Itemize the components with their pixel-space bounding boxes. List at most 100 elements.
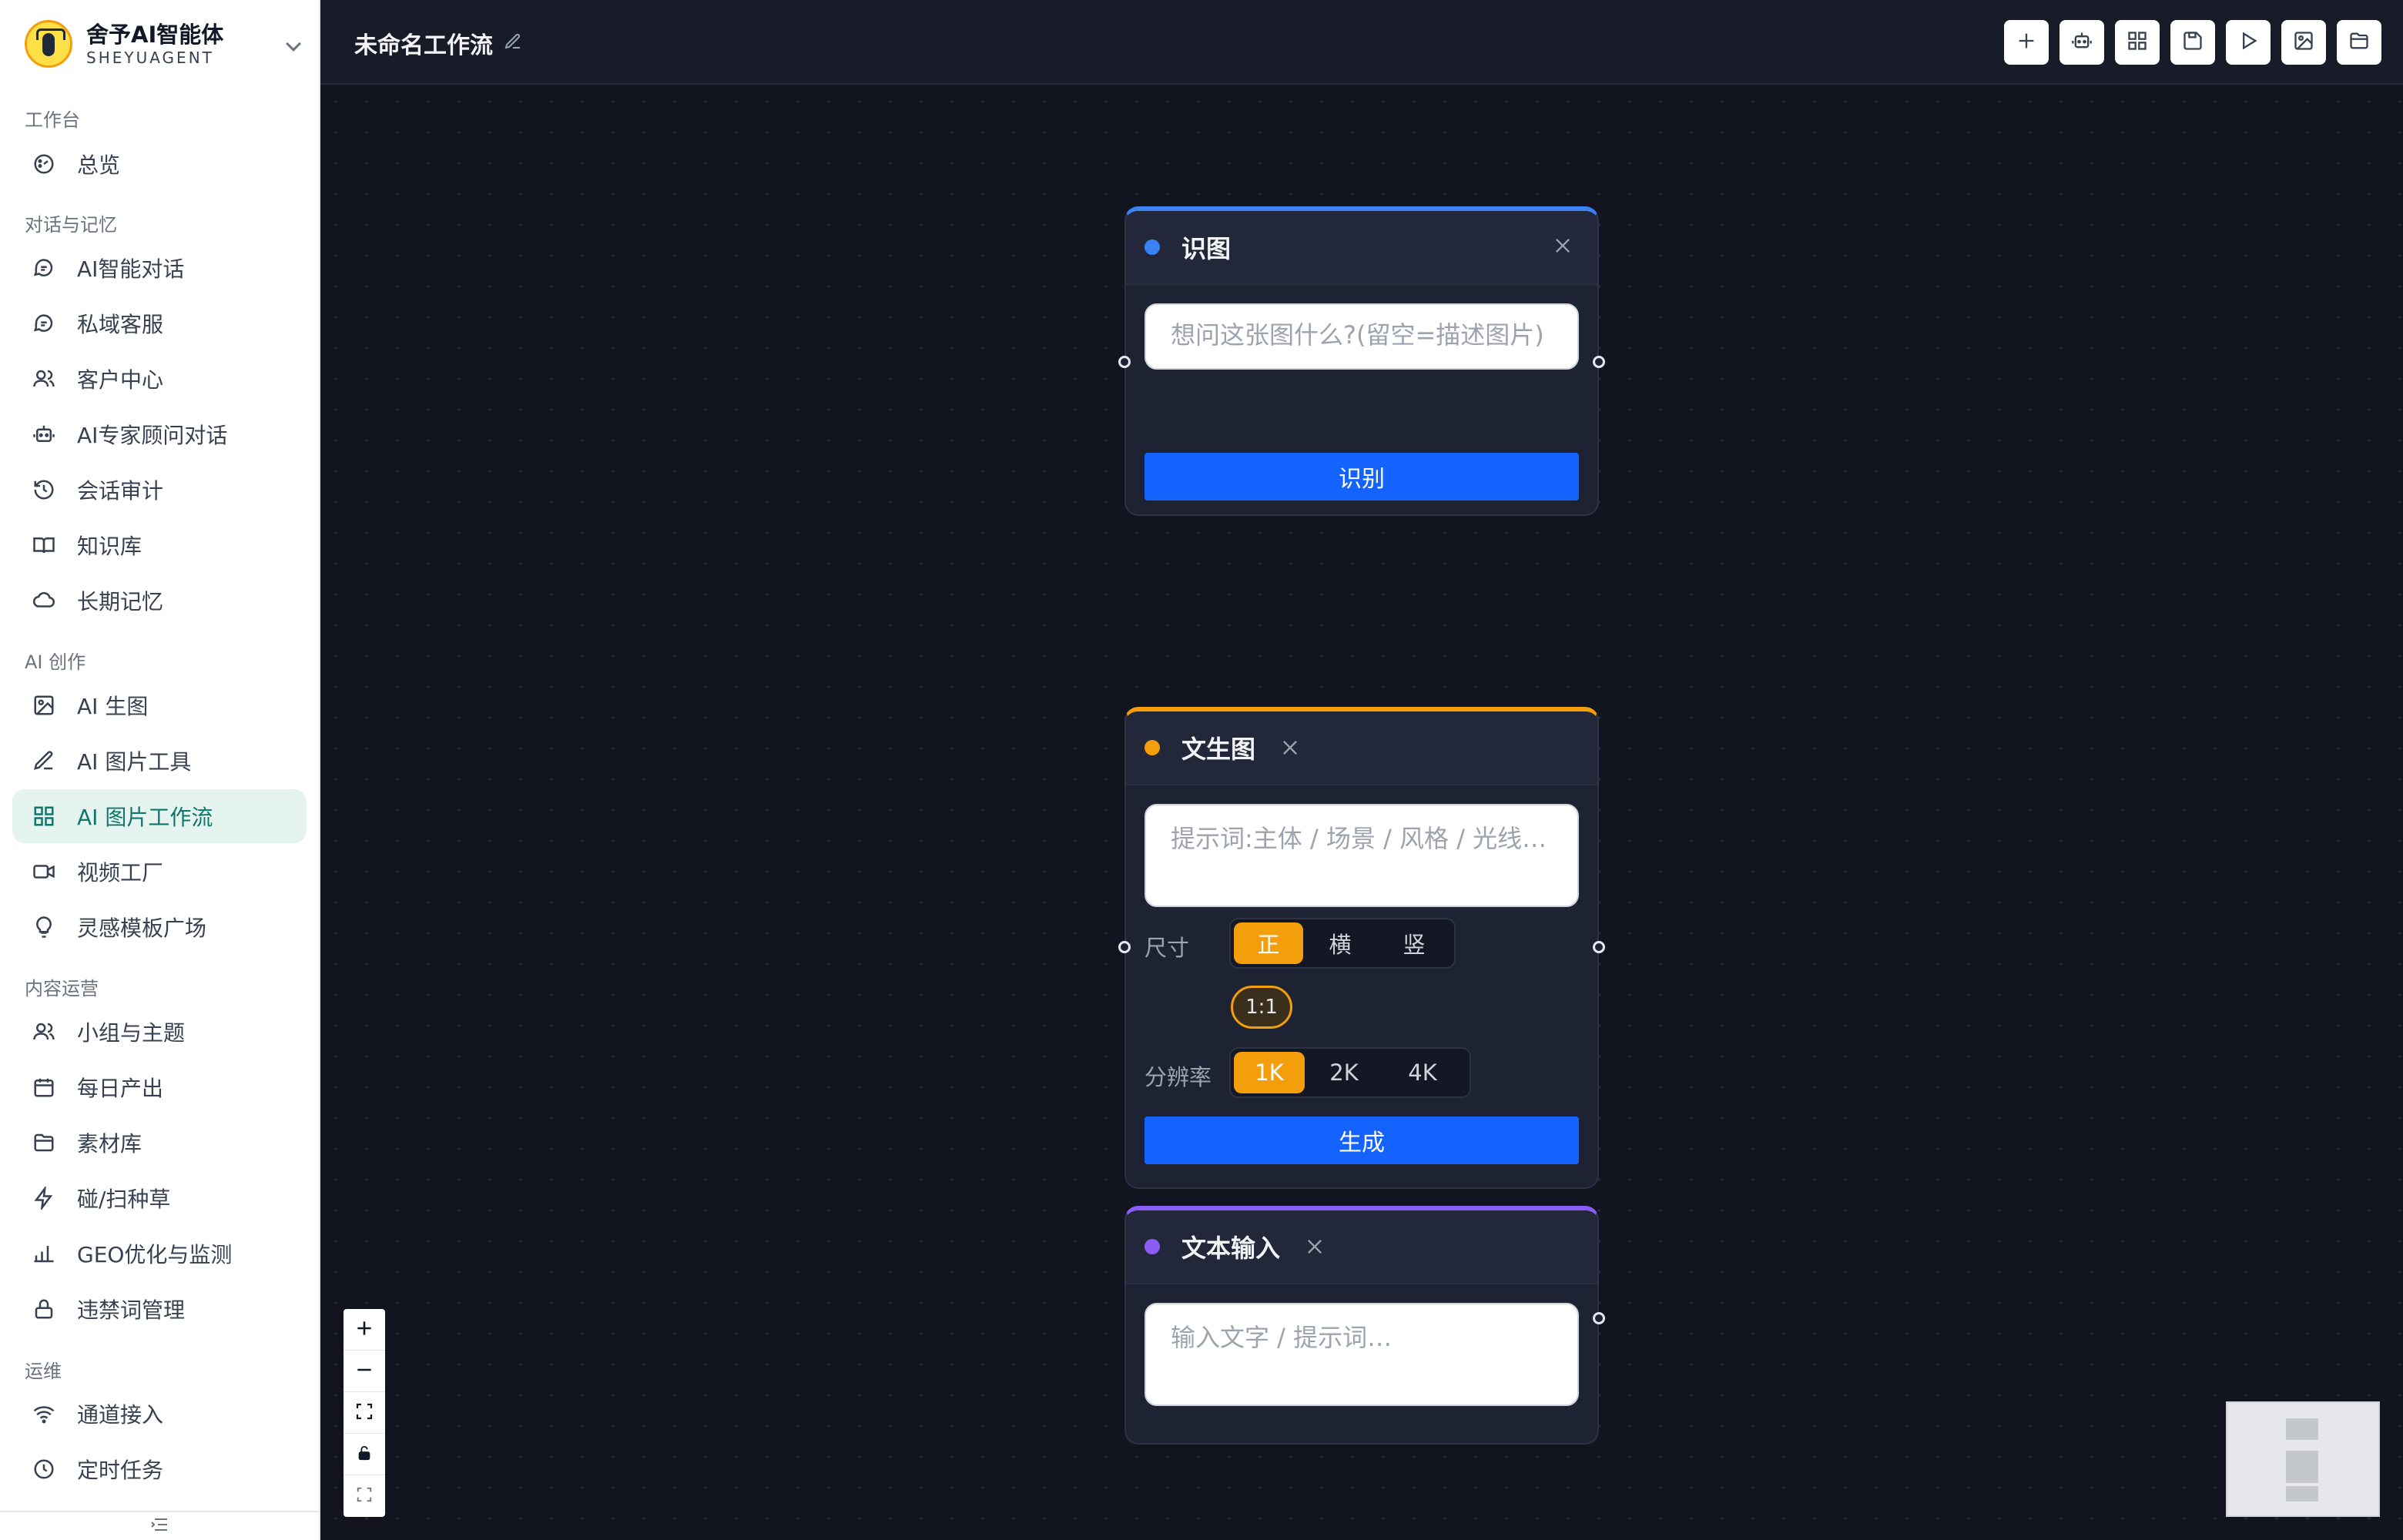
- cloud-icon: [31, 588, 57, 614]
- lock-button[interactable]: [344, 1434, 385, 1475]
- generate-button[interactable]: 生成: [1145, 1116, 1579, 1164]
- play-icon: [2237, 30, 2259, 55]
- workflow-title: 未命名工作流: [354, 26, 522, 60]
- aspect-ratio-chip[interactable]: 1:1: [1231, 986, 1292, 1029]
- wifi-icon: [31, 1401, 57, 1427]
- sidebar-item-label: 总览: [77, 152, 121, 178]
- node-title: 文生图: [1181, 735, 1256, 764]
- sidebar-item-scheduled[interactable]: 定时任务: [12, 1442, 307, 1496]
- sidebar-item-private-service[interactable]: 私域客服: [12, 296, 307, 350]
- zoom-out-button[interactable]: [344, 1351, 385, 1392]
- sidebar-item-long-memory[interactable]: 长期记忆: [12, 574, 307, 628]
- sidebar-item-label: 定时任务: [77, 1458, 164, 1483]
- node-status-dot: [1145, 239, 1160, 255]
- node-header[interactable]: 文生图: [1126, 711, 1597, 785]
- calendar-icon: [31, 1074, 57, 1100]
- sidebar-item-ai-image[interactable]: AI 生图: [12, 678, 307, 732]
- size-segmented[interactable]: 正 横 竖: [1229, 918, 1456, 969]
- sidebar-item-banned-words[interactable]: 违禁词管理: [12, 1282, 307, 1336]
- open-folder-button[interactable]: [2337, 20, 2381, 65]
- sidebar-item-knowledge[interactable]: 知识库: [12, 518, 307, 572]
- video-icon: [31, 859, 57, 885]
- image-icon: [2293, 30, 2314, 55]
- section-chat: 对话与记忆: [25, 214, 117, 236]
- node-header[interactable]: 文本输入: [1126, 1210, 1597, 1284]
- collapse-sidebar-button[interactable]: [0, 1511, 319, 1540]
- size-option-portrait[interactable]: 竖: [1377, 922, 1451, 964]
- node-header[interactable]: 识图: [1126, 211, 1597, 285]
- text-input[interactable]: 输入文字 / 提示词…: [1145, 1303, 1579, 1406]
- sidebar-item-expert-chat[interactable]: AI专家顾问对话: [12, 407, 307, 461]
- section-content: 内容运营: [25, 978, 99, 999]
- sidebar-item-groups-topics[interactable]: 小组与主题: [12, 1005, 307, 1059]
- input-port[interactable]: [1118, 941, 1131, 953]
- sidebar-item-label: 小组与主题: [77, 1020, 186, 1046]
- chat-bubble-icon: [31, 255, 57, 281]
- folder-icon: [31, 1130, 57, 1156]
- output-port[interactable]: [1593, 356, 1605, 368]
- node-image-recognition[interactable]: 识图 想问这张图什么?(留空=描述图片) 识别: [1118, 206, 1605, 516]
- brand-logo-icon: [25, 20, 72, 68]
- output-port[interactable]: [1593, 941, 1605, 953]
- fullscreen-button[interactable]: [344, 1475, 385, 1517]
- node-text-to-image[interactable]: 文生图 提示词:主体 / 场景 / 风格 / 光线… 尺寸 正 横 竖 1:1 …: [1118, 707, 1605, 1189]
- sidebar-item-overview[interactable]: 总览: [12, 137, 307, 191]
- prompt-input[interactable]: 提示词:主体 / 场景 / 风格 / 光线…: [1145, 804, 1579, 907]
- layout-button[interactable]: [2115, 20, 2160, 65]
- fullscreen-icon: [356, 1486, 373, 1506]
- close-icon[interactable]: [1302, 1234, 1328, 1260]
- sidebar-item-seeding[interactable]: 碰/扫种草: [12, 1171, 307, 1225]
- sidebar-item-image-workflow[interactable]: AI 图片工作流: [12, 789, 307, 843]
- sidebar-item-label: 通道接入: [77, 1402, 164, 1428]
- resolution-segmented[interactable]: 1K 2K 4K: [1229, 1047, 1471, 1098]
- sidebar-item-ai-chat[interactable]: AI智能对话: [12, 241, 307, 295]
- fit-view-button[interactable]: [344, 1392, 385, 1434]
- save-button[interactable]: [2170, 20, 2215, 65]
- minus-icon: [354, 1360, 374, 1383]
- chevron-down-icon[interactable]: [286, 36, 301, 52]
- run-button[interactable]: [2226, 20, 2271, 65]
- workflow-canvas[interactable]: 识图 想问这张图什么?(留空=描述图片) 识别 文生图 提示词:主体 / 场景 …: [320, 86, 2403, 1540]
- sidebar-item-label: 长期记忆: [77, 589, 164, 614]
- sidebar-item-video-factory[interactable]: 视频工厂: [12, 845, 307, 899]
- agent-button[interactable]: [2059, 20, 2104, 65]
- resolution-option-1k[interactable]: 1K: [1234, 1052, 1305, 1093]
- recognize-button[interactable]: 识别: [1145, 453, 1579, 500]
- minimap[interactable]: [2226, 1401, 2380, 1517]
- save-icon: [2182, 30, 2204, 55]
- close-icon[interactable]: [1550, 233, 1576, 259]
- close-icon[interactable]: [1277, 735, 1303, 761]
- image-export-button[interactable]: [2281, 20, 2326, 65]
- sidebar-item-label: 会话审计: [77, 478, 164, 504]
- sidebar-item-daily-output[interactable]: 每日产出: [12, 1060, 307, 1114]
- clock-icon: [31, 1456, 57, 1482]
- resolution-option-4k[interactable]: 4K: [1383, 1052, 1462, 1093]
- zoom-in-button[interactable]: [344, 1309, 385, 1351]
- add-node-button[interactable]: [2004, 20, 2049, 65]
- edit-icon[interactable]: [504, 30, 522, 57]
- sidebar-item-channels[interactable]: 通道接入: [12, 1387, 307, 1441]
- resolution-option-2k[interactable]: 2K: [1305, 1052, 1383, 1093]
- sidebar-item-label: AI 图片工作流: [77, 805, 213, 830]
- brand-switcher[interactable]: 舍予AI智能体 SHEYUAGENT: [25, 17, 305, 71]
- node-text-input[interactable]: 文本输入 输入文字 / 提示词…: [1124, 1206, 1605, 1445]
- minimap-node: [2286, 1451, 2318, 1483]
- size-option-landscape[interactable]: 横: [1303, 922, 1377, 964]
- sidebar-item-session-audit[interactable]: 会话审计: [12, 463, 307, 517]
- sidebar-item-image-tools[interactable]: AI 图片工具: [12, 734, 307, 788]
- workflow-title-text: 未命名工作流: [354, 32, 493, 59]
- minimap-node: [2286, 1418, 2318, 1440]
- sidebar-item-customer-center[interactable]: 客户中心: [12, 352, 307, 406]
- sidebar-item-geo[interactable]: GEO优化与监测: [12, 1227, 307, 1281]
- size-option-square[interactable]: 正: [1234, 922, 1303, 964]
- question-input[interactable]: 想问这张图什么?(留空=描述图片): [1145, 303, 1579, 370]
- output-port[interactable]: [1593, 1312, 1605, 1324]
- sidebar-item-inspiration[interactable]: 灵感模板广场: [12, 900, 307, 954]
- sidebar: 舍予AI智能体 SHEYUAGENT 工作台 总览 对话与记忆 AI智能对话 私…: [0, 0, 320, 1540]
- sidebar-item-label: AI 生图: [77, 694, 149, 719]
- topbar: 未命名工作流: [320, 0, 2403, 85]
- sidebar-item-assets[interactable]: 素材库: [12, 1116, 307, 1170]
- sidebar-item-label: 素材库: [77, 1131, 142, 1157]
- input-port[interactable]: [1118, 356, 1131, 368]
- sidebar-item-label: AI智能对话: [77, 256, 185, 282]
